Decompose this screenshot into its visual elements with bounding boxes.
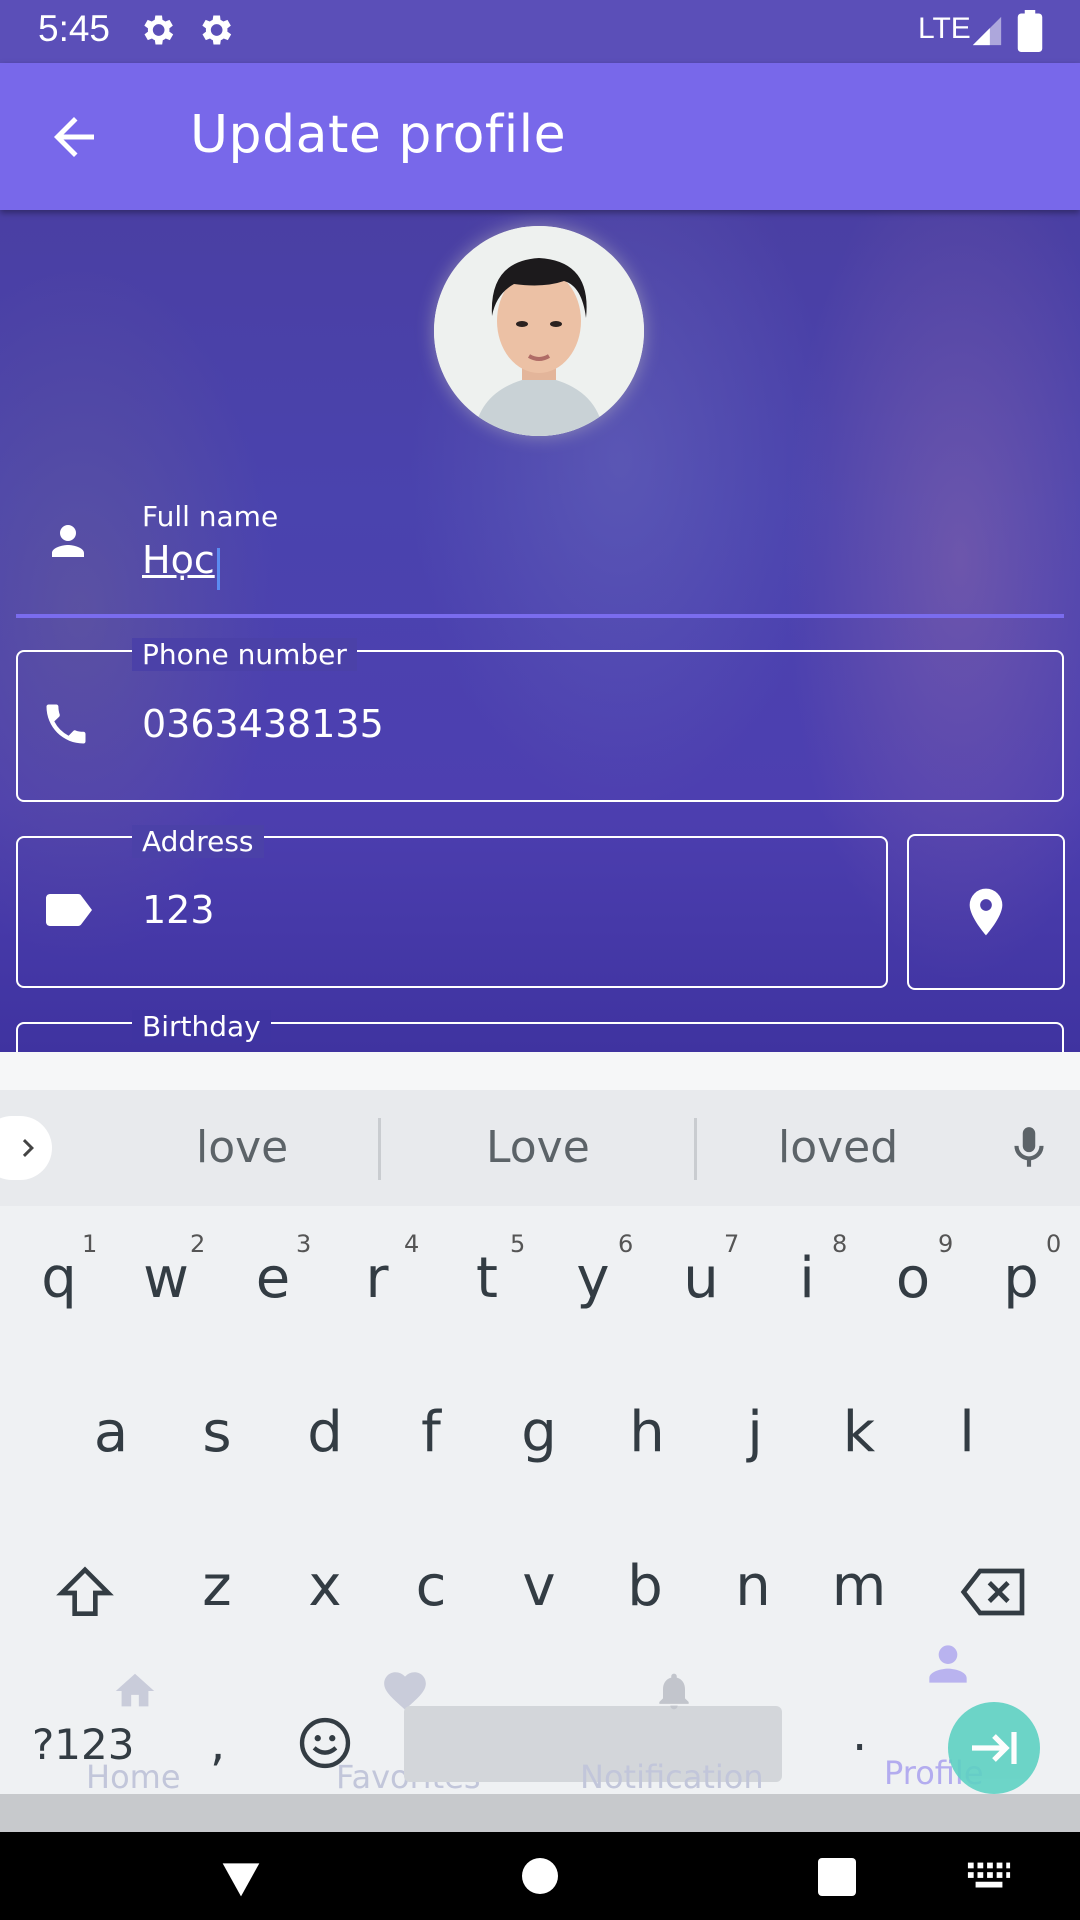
key-h[interactable]: h xyxy=(602,1400,692,1465)
phone-icon xyxy=(46,704,86,744)
key-x[interactable]: x xyxy=(280,1554,370,1619)
keyboard-switch-icon[interactable] xyxy=(966,1860,1012,1892)
suggestion-bar: love Love loved xyxy=(0,1090,1080,1206)
key-hint-7: 7 xyxy=(724,1230,740,1258)
system-nav-bar xyxy=(0,1832,1080,1920)
key-m[interactable]: m xyxy=(814,1554,904,1619)
suggestion-2[interactable]: Love xyxy=(486,1122,590,1173)
location-pin-icon xyxy=(969,888,1003,936)
expand-toolbar-button[interactable] xyxy=(0,1116,52,1180)
back-arrow-icon[interactable] xyxy=(44,107,104,167)
full-name-value: Học xyxy=(142,538,215,582)
full-name-underline xyxy=(16,614,1064,618)
key-hint-2: 2 xyxy=(190,1230,206,1258)
comma-key[interactable]: , xyxy=(210,1716,225,1772)
key-a[interactable]: a xyxy=(66,1400,156,1465)
battery-icon xyxy=(1017,10,1043,52)
home-icon xyxy=(115,1673,155,1707)
recents-square-icon[interactable] xyxy=(818,1858,856,1896)
network-type: LTE xyxy=(918,12,971,45)
back-triangle-icon[interactable] xyxy=(216,1856,266,1900)
key-b[interactable]: b xyxy=(600,1554,690,1619)
keyboard-top-strip xyxy=(0,1052,1080,1090)
status-bar: 5:45 LTE xyxy=(0,0,1080,63)
key-hint-6: 6 xyxy=(618,1230,634,1258)
text-cursor xyxy=(216,547,220,590)
key-n[interactable]: n xyxy=(708,1554,798,1619)
divider xyxy=(378,1118,381,1180)
label-tag-icon xyxy=(46,894,92,926)
symbols-key[interactable]: ?123 xyxy=(32,1720,134,1769)
birthday-label: Birthday xyxy=(132,1010,271,1043)
key-hint-5: 5 xyxy=(510,1230,526,1258)
person-icon xyxy=(52,525,84,557)
profile-photo xyxy=(434,226,644,436)
key-hint-9: 9 xyxy=(938,1230,954,1258)
settings-gear-icon xyxy=(202,15,232,45)
key-hint-3: 3 xyxy=(296,1230,312,1258)
divider xyxy=(694,1118,697,1180)
shift-icon[interactable] xyxy=(54,1562,116,1624)
avatar[interactable] xyxy=(434,226,644,436)
page-title: Update profile xyxy=(190,105,567,165)
phone-value: 0363438135 xyxy=(142,702,384,746)
nav-notification-label[interactable]: Notification xyxy=(580,1758,764,1796)
key-hint-1: 1 xyxy=(82,1230,98,1258)
key-hint-8: 8 xyxy=(832,1230,848,1258)
address-value: 123 xyxy=(142,888,215,932)
key-z[interactable]: z xyxy=(172,1554,262,1619)
chevron-right-icon xyxy=(22,1139,34,1157)
microphone-icon[interactable] xyxy=(1004,1120,1054,1176)
full-name-label: Full name xyxy=(142,500,279,533)
backspace-icon[interactable] xyxy=(958,1564,1030,1620)
emoji-icon[interactable] xyxy=(296,1714,354,1772)
full-name-input[interactable]: Học xyxy=(142,538,220,590)
pick-location-button[interactable] xyxy=(907,834,1065,990)
signal-icon xyxy=(972,16,1002,46)
key-d[interactable]: d xyxy=(280,1400,370,1465)
tab-next-icon xyxy=(972,1732,1017,1764)
key-hint-4: 4 xyxy=(404,1230,420,1258)
keyboard-bottom-strip xyxy=(0,1794,1080,1832)
app-bar: Update profile xyxy=(0,63,1080,210)
key-k[interactable]: k xyxy=(814,1400,904,1465)
period-key[interactable]: . xyxy=(852,1706,867,1762)
key-s[interactable]: s xyxy=(172,1400,262,1465)
phone-label: Phone number xyxy=(132,638,357,671)
suggestion-1[interactable]: love xyxy=(196,1122,288,1173)
key-j[interactable]: j xyxy=(710,1400,800,1465)
home-circle-icon[interactable] xyxy=(522,1858,558,1894)
key-v[interactable]: v xyxy=(494,1554,584,1619)
key-hint-0: 0 xyxy=(1046,1230,1062,1258)
status-time: 5:45 xyxy=(38,8,111,49)
address-label: Address xyxy=(132,825,264,858)
key-g[interactable]: g xyxy=(494,1400,584,1465)
keyboard: q w e r t y u i o p 1 2 3 4 5 6 7 8 9 0 … xyxy=(0,1206,1080,1796)
profile-form-area: Full name Học Phone number 0363438135 Ad… xyxy=(0,210,1080,1052)
person-icon xyxy=(929,1645,967,1683)
suggestion-3[interactable]: loved xyxy=(778,1122,898,1173)
settings-gear-icon xyxy=(144,15,174,45)
key-f[interactable]: f xyxy=(386,1400,476,1465)
key-c[interactable]: c xyxy=(386,1554,476,1619)
bell-icon xyxy=(659,1673,689,1710)
key-l[interactable]: l xyxy=(922,1400,1012,1465)
next-field-button[interactable] xyxy=(948,1702,1040,1794)
